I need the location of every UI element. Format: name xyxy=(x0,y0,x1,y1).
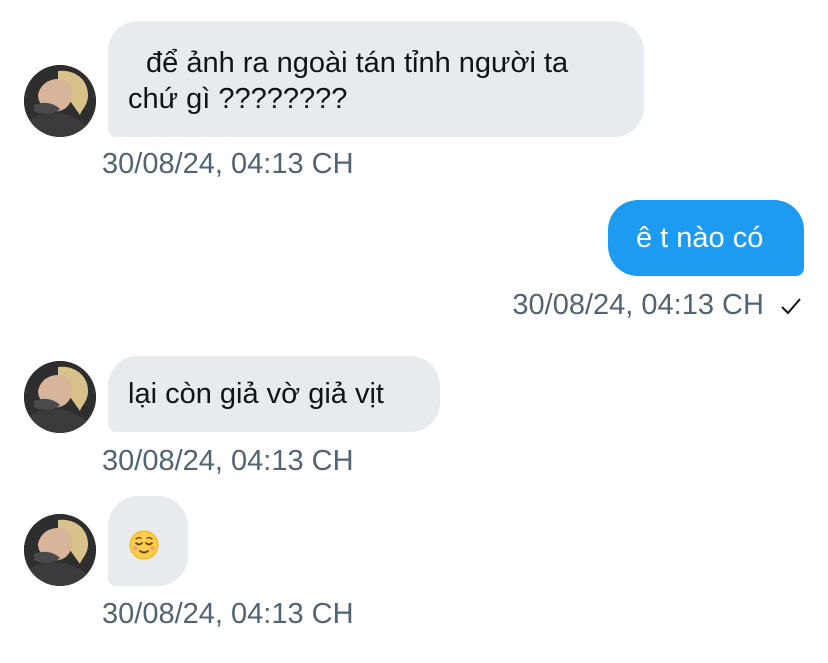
sender-avatar[interactable] xyxy=(24,514,96,586)
timestamp-text: 30/08/24, 04:13 CH xyxy=(512,289,764,321)
avatar-photo xyxy=(24,65,96,137)
sender-avatar[interactable] xyxy=(24,361,96,433)
outgoing-message-bubble[interactable]: ê t nào có xyxy=(608,200,804,276)
checkmark-icon xyxy=(780,290,802,324)
relieved-face-emoji-icon xyxy=(129,530,188,569)
avatar-photo xyxy=(24,361,96,433)
message-timestamp: 30/08/24, 04:13 CH xyxy=(102,445,354,477)
sender-avatar[interactable] xyxy=(24,65,96,137)
message-timestamp: 30/08/24, 04:13 CH xyxy=(512,288,802,324)
message-text: ê t nào có xyxy=(636,222,764,254)
message-text-line: chứ gì ???????? xyxy=(128,83,348,115)
incoming-message-bubble[interactable]: lại còn giả vờ giả vịt xyxy=(108,356,440,432)
message-timestamp: 30/08/24, 04:13 CH xyxy=(102,148,354,180)
message-text-line: để ảnh ra ngoài tán tỉnh người ta xyxy=(146,47,569,79)
incoming-message-bubble[interactable] xyxy=(108,496,188,586)
avatar-photo xyxy=(24,514,96,586)
message-text: lại còn giả vờ giả vịt xyxy=(128,378,384,410)
incoming-message-bubble[interactable]: để ảnh ra ngoài tán tỉnh người ta chứ gì… xyxy=(108,21,644,137)
message-timestamp: 30/08/24, 04:13 CH xyxy=(102,598,354,630)
